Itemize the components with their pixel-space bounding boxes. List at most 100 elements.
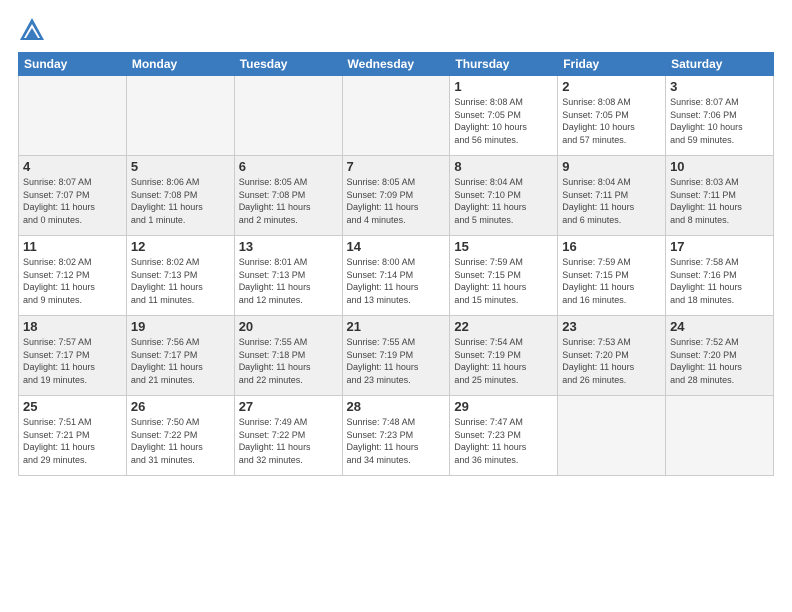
weekday-header: Sunday [19,53,127,76]
day-info: Sunrise: 7:54 AM Sunset: 7:19 PM Dayligh… [454,336,553,386]
day-number: 24 [670,319,769,334]
weekday-header: Tuesday [234,53,342,76]
day-number: 26 [131,399,230,414]
day-info: Sunrise: 8:06 AM Sunset: 7:08 PM Dayligh… [131,176,230,226]
calendar-cell: 18 Sunrise: 7:57 AM Sunset: 7:17 PM Dayli… [19,316,127,396]
logo [18,16,50,44]
day-info: Sunrise: 8:02 AM Sunset: 7:12 PM Dayligh… [23,256,122,306]
calendar-cell: 6 Sunrise: 8:05 AM Sunset: 7:08 PM Daylig… [234,156,342,236]
calendar-cell: 11 Sunrise: 8:02 AM Sunset: 7:12 PM Dayli… [19,236,127,316]
day-info: Sunrise: 8:04 AM Sunset: 7:11 PM Dayligh… [562,176,661,226]
calendar-week-row: 18 Sunrise: 7:57 AM Sunset: 7:17 PM Dayli… [19,316,774,396]
calendar-cell: 7 Sunrise: 8:05 AM Sunset: 7:09 PM Daylig… [342,156,450,236]
calendar-cell: 20Sunrise: 7:55 AM Sunset: 7:18 PM Dayli… [234,316,342,396]
day-number: 2 [562,79,661,94]
day-info: Sunrise: 7:59 AM Sunset: 7:15 PM Dayligh… [562,256,661,306]
day-number: 12 [131,239,230,254]
day-number: 10 [670,159,769,174]
day-info: Sunrise: 7:57 AM Sunset: 7:17 PM Dayligh… [23,336,122,386]
calendar-cell [342,76,450,156]
calendar-cell: 14 Sunrise: 8:00 AM Sunset: 7:14 PM Dayli… [342,236,450,316]
day-number: 17 [670,239,769,254]
day-info: Sunrise: 8:02 AM Sunset: 7:13 PM Dayligh… [131,256,230,306]
day-number: 22 [454,319,553,334]
weekday-header: Friday [558,53,666,76]
calendar-week-row: 4Sunrise: 8:07 AM Sunset: 7:07 PM Daylig… [19,156,774,236]
calendar-cell: 23 Sunrise: 7:53 AM Sunset: 7:20 PM Dayli… [558,316,666,396]
calendar-week-row: 25 Sunrise: 7:51 AM Sunset: 7:21 PM Dayli… [19,396,774,476]
day-info: Sunrise: 8:05 AM Sunset: 7:08 PM Dayligh… [239,176,338,226]
day-number: 6 [239,159,338,174]
day-number: 19 [131,319,230,334]
day-info: Sunrise: 7:51 AM Sunset: 7:21 PM Dayligh… [23,416,122,466]
day-number: 5 [131,159,230,174]
calendar-cell: 1 Sunrise: 8:08 AM Sunset: 7:05 PM Daylig… [450,76,558,156]
calendar-cell: 3 Sunrise: 8:07 AM Sunset: 7:06 PM Daylig… [666,76,774,156]
calendar-cell: 21Sunrise: 7:55 AM Sunset: 7:19 PM Dayli… [342,316,450,396]
calendar-cell: 25 Sunrise: 7:51 AM Sunset: 7:21 PM Dayli… [19,396,127,476]
calendar-cell: 22 Sunrise: 7:54 AM Sunset: 7:19 PM Dayli… [450,316,558,396]
day-info: Sunrise: 8:07 AM Sunset: 7:06 PM Dayligh… [670,96,769,146]
weekday-header: Thursday [450,53,558,76]
calendar-cell: 10 Sunrise: 8:03 AM Sunset: 7:11 PM Dayli… [666,156,774,236]
day-number: 25 [23,399,122,414]
day-number: 16 [562,239,661,254]
day-info: Sunrise: 8:01 AM Sunset: 7:13 PM Dayligh… [239,256,338,306]
day-info: Sunrise: 7:53 AM Sunset: 7:20 PM Dayligh… [562,336,661,386]
day-number: 3 [670,79,769,94]
page: SundayMondayTuesdayWednesdayThursdayFrid… [0,0,792,612]
calendar-cell: 5 Sunrise: 8:06 AM Sunset: 7:08 PM Daylig… [126,156,234,236]
calendar-cell [558,396,666,476]
calendar-cell: 12 Sunrise: 8:02 AM Sunset: 7:13 PM Dayli… [126,236,234,316]
calendar-cell: 19 Sunrise: 7:56 AM Sunset: 7:17 PM Dayli… [126,316,234,396]
calendar-week-row: 1 Sunrise: 8:08 AM Sunset: 7:05 PM Daylig… [19,76,774,156]
calendar-cell: 9 Sunrise: 8:04 AM Sunset: 7:11 PM Daylig… [558,156,666,236]
day-info: Sunrise: 7:48 AM Sunset: 7:23 PM Dayligh… [347,416,446,466]
day-number: 14 [347,239,446,254]
day-info: Sunrise: 8:08 AM Sunset: 7:05 PM Dayligh… [454,96,553,146]
weekday-header: Monday [126,53,234,76]
day-number: 27 [239,399,338,414]
calendar-header-row: SundayMondayTuesdayWednesdayThursdayFrid… [19,53,774,76]
weekday-header: Saturday [666,53,774,76]
calendar-cell: 13Sunrise: 8:01 AM Sunset: 7:13 PM Dayli… [234,236,342,316]
calendar-cell: 24 Sunrise: 7:52 AM Sunset: 7:20 PM Dayli… [666,316,774,396]
day-number: 11 [23,239,122,254]
day-number: 1 [454,79,553,94]
logo-icon [18,16,46,44]
calendar-cell: 17 Sunrise: 7:58 AM Sunset: 7:16 PM Dayli… [666,236,774,316]
calendar-cell: 28 Sunrise: 7:48 AM Sunset: 7:23 PM Dayli… [342,396,450,476]
day-info: Sunrise: 7:52 AM Sunset: 7:20 PM Dayligh… [670,336,769,386]
day-number: 15 [454,239,553,254]
day-info: Sunrise: 7:55 AM Sunset: 7:19 PM Dayligh… [347,336,446,386]
calendar: SundayMondayTuesdayWednesdayThursdayFrid… [18,52,774,476]
day-number: 29 [454,399,553,414]
calendar-cell: 27 Sunrise: 7:49 AM Sunset: 7:22 PM Dayli… [234,396,342,476]
day-info: Sunrise: 7:58 AM Sunset: 7:16 PM Dayligh… [670,256,769,306]
day-number: 23 [562,319,661,334]
day-number: 9 [562,159,661,174]
day-number: 18 [23,319,122,334]
weekday-header: Wednesday [342,53,450,76]
header [18,16,774,44]
day-info: Sunrise: 8:05 AM Sunset: 7:09 PM Dayligh… [347,176,446,226]
day-info: Sunrise: 8:00 AM Sunset: 7:14 PM Dayligh… [347,256,446,306]
day-info: Sunrise: 7:56 AM Sunset: 7:17 PM Dayligh… [131,336,230,386]
day-info: Sunrise: 7:49 AM Sunset: 7:22 PM Dayligh… [239,416,338,466]
day-number: 7 [347,159,446,174]
day-info: Sunrise: 7:59 AM Sunset: 7:15 PM Dayligh… [454,256,553,306]
day-info: Sunrise: 8:03 AM Sunset: 7:11 PM Dayligh… [670,176,769,226]
calendar-cell: 26 Sunrise: 7:50 AM Sunset: 7:22 PM Dayli… [126,396,234,476]
calendar-cell [126,76,234,156]
calendar-cell [666,396,774,476]
calendar-cell: 15 Sunrise: 7:59 AM Sunset: 7:15 PM Dayli… [450,236,558,316]
day-number: 28 [347,399,446,414]
calendar-cell: 8Sunrise: 8:04 AM Sunset: 7:10 PM Daylig… [450,156,558,236]
day-number: 4 [23,159,122,174]
calendar-cell: 16 Sunrise: 7:59 AM Sunset: 7:15 PM Dayli… [558,236,666,316]
day-number: 20 [239,319,338,334]
calendar-week-row: 11 Sunrise: 8:02 AM Sunset: 7:12 PM Dayli… [19,236,774,316]
day-info: Sunrise: 7:50 AM Sunset: 7:22 PM Dayligh… [131,416,230,466]
calendar-cell: 29Sunrise: 7:47 AM Sunset: 7:23 PM Dayli… [450,396,558,476]
calendar-cell [19,76,127,156]
